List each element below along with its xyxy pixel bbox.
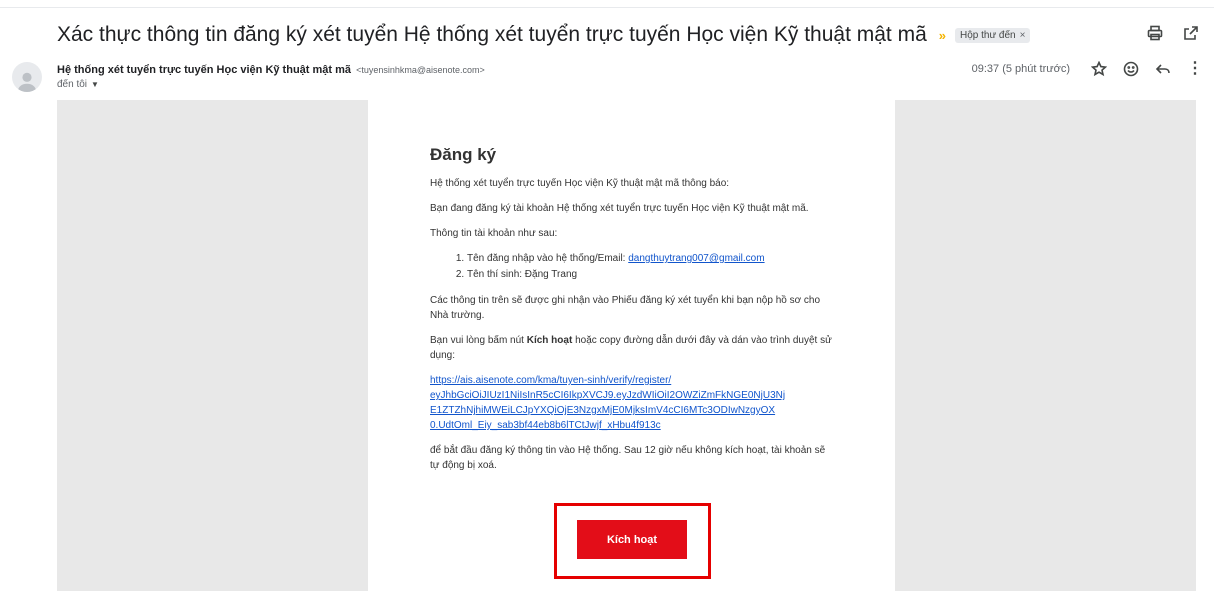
account-info-heading: Thông tin tài khoản như sau:: [430, 228, 558, 239]
star-icon[interactable]: [1090, 60, 1108, 78]
open-in-new-window-icon[interactable]: [1182, 24, 1200, 42]
email-content: Đăng ký Hệ thống xét tuyển trực tuyến Họ…: [430, 145, 835, 483]
avatar-icon[interactable]: [12, 62, 42, 92]
list-item: Tên đăng nhập vào hệ thống/Email: dangth…: [467, 251, 835, 267]
sender-line: Hệ thống xét tuyển trực tuyến Học viện K…: [57, 64, 485, 76]
subject-row: Xác thực thông tin đăng ký xét tuyển Hệ …: [57, 20, 1031, 50]
activate-button[interactable]: Kích hoạt: [577, 520, 687, 559]
notice-paragraph: Các thông tin trên sẽ được ghi nhận vào …: [430, 295, 821, 321]
login-email-label: Tên đăng nhập vào hệ thống/Email:: [467, 253, 629, 264]
recipient-details-toggle[interactable]: đến tôi ▼: [57, 79, 99, 90]
top-actions: [1146, 24, 1200, 42]
inbox-label-chip[interactable]: Hộp thư đến ×: [954, 27, 1031, 43]
inbox-label-text: Hộp thư đến: [959, 29, 1016, 41]
registration-paragraph: Bạn đang đăng ký tài khoản Hệ thống xét …: [430, 203, 809, 214]
sender-name[interactable]: Hệ thống xét tuyển trực tuyến Học viện K…: [57, 64, 351, 76]
expiry-paragraph: để bắt đầu đăng ký thông tin vào Hệ thốn…: [430, 445, 826, 471]
instruction-bold: Kích hoạt: [526, 335, 573, 346]
verify-url-link[interactable]: https://ais.aisenote.com/kma/tuyen-sinh/…: [430, 373, 835, 433]
verify-url-line[interactable]: 0.UdtOml_Eiy_sab3bf44eb8b6lTCtJwjf_xHbu4…: [430, 420, 661, 431]
top-divider: [0, 0, 1214, 8]
email-subject: Xác thực thông tin đăng ký xét tuyển Hệ …: [57, 23, 927, 46]
sender-email: <tuyensinhkma@aisenote.com>: [356, 65, 485, 75]
intro-paragraph: Hệ thống xét tuyển trực tuyến Học viện K…: [430, 178, 730, 189]
account-info-list: Tên đăng nhập vào hệ thống/Email: dangth…: [430, 251, 835, 283]
verify-url-line[interactable]: eyJhbGciOiJIUzI1NiIsInR5cCI6IkpXVCJ9.eyJ…: [430, 390, 785, 401]
verify-url-line[interactable]: https://ais.aisenote.com/kma/tuyen-sinh/…: [430, 375, 671, 386]
instruction-text-start: Bạn vui lòng bấm nút: [430, 335, 527, 346]
emoji-icon[interactable]: [1122, 60, 1140, 78]
remove-label-icon[interactable]: ×: [1020, 30, 1026, 41]
recipient-label: đến tôi: [57, 79, 88, 90]
list-item: Tên thí sinh: Đặng Trang: [467, 267, 835, 283]
importance-marker-icon[interactable]: »: [939, 28, 946, 43]
instruction-paragraph: Bạn vui lòng bấm nút Kích hoạt hoặc copy…: [430, 333, 835, 363]
login-email-link[interactable]: dangthuytrang007@gmail.com: [628, 253, 764, 264]
reply-icon[interactable]: [1154, 60, 1172, 78]
chevron-down-icon: ▼: [91, 80, 99, 89]
print-icon[interactable]: [1146, 24, 1164, 42]
verify-url-line[interactable]: E1ZTZhNjhiMWEiLCJpYXQiOjE3NzgxMjE0MjksIm…: [430, 405, 775, 416]
more-icon[interactable]: ⋮: [1186, 60, 1204, 78]
message-timestamp: 09:37 (5 phút trước): [971, 63, 1070, 75]
card-title: Đăng ký: [430, 145, 497, 164]
message-actions: 09:37 (5 phút trước) ⋮: [972, 60, 1204, 78]
